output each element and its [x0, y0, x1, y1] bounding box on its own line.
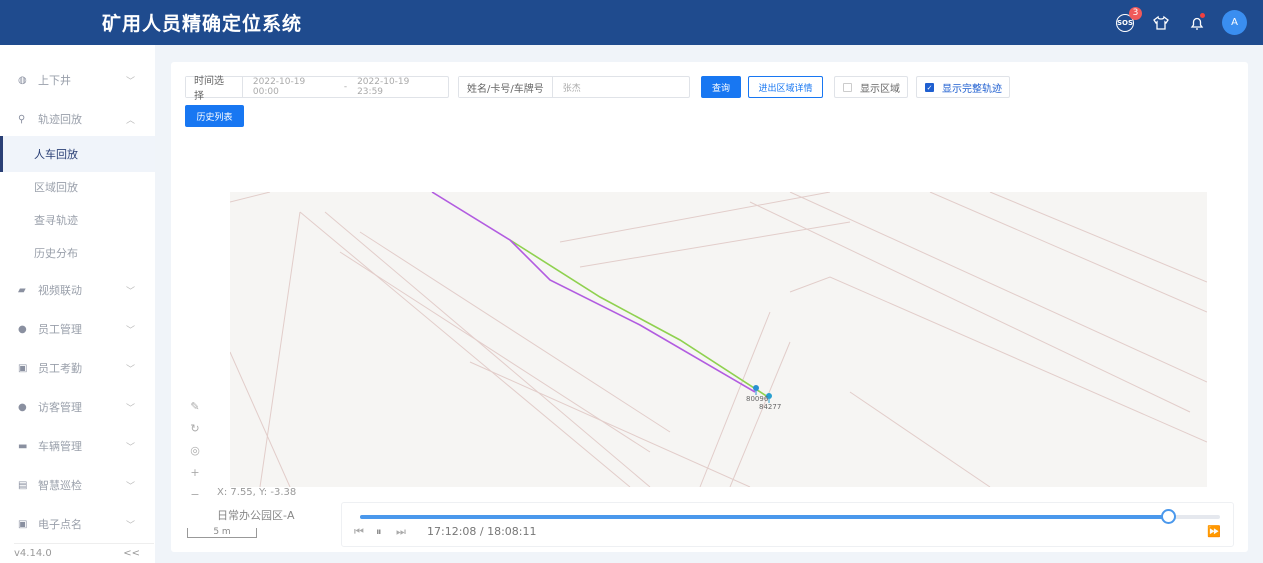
- sidebar-item-label: 车辆管理: [38, 440, 82, 453]
- end-time[interactable]: 2022-10-19 23:59: [347, 77, 448, 97]
- zoom-out-button[interactable]: −: [183, 488, 207, 506]
- slider-handle[interactable]: [1161, 509, 1177, 524]
- checkbox-checked-icon: ✓: [925, 82, 934, 92]
- playback-time: 17:12:08 / 18:08:11: [427, 525, 537, 538]
- chevron-down-icon: ﹀: [125, 325, 135, 336]
- chevron-down-icon: ﹀: [125, 481, 135, 492]
- show-area-label: 显示区域: [860, 83, 900, 95]
- sidebar-item-label: 人车回放: [34, 148, 78, 161]
- track-green: [509, 239, 769, 398]
- version-label: v4.14.0: [14, 548, 52, 559]
- sidebar-item-label: 区域回放: [34, 181, 78, 194]
- query-button[interactable]: 查询: [701, 76, 741, 98]
- header: 矿用人员精确定位系统 SOS 3 A: [0, 0, 1263, 45]
- fast-forward-icon[interactable]: ⏩: [1207, 525, 1221, 538]
- sidebar-item[interactable]: 人车回放: [0, 136, 155, 172]
- start-time[interactable]: 2022-10-19 00:00: [243, 77, 344, 97]
- collapse-sidebar-button[interactable]: <<: [123, 548, 140, 559]
- sidebar-item-label: 员工管理: [38, 323, 82, 336]
- map-toolbar: ✎ ↻ ◎ + −: [183, 400, 207, 506]
- location-icon: ⚲: [18, 113, 26, 125]
- sidebar-item[interactable]: ▣ 电子点名 ﹀: [0, 506, 155, 542]
- sidebar-item-label: 视频联动: [38, 284, 82, 297]
- sidebar-item-label: 员工考勤: [38, 362, 82, 375]
- map-drawing: [229, 191, 1208, 488]
- main-panel: 时间选择 2022-10-19 00:00 - 2022-10-19 23:59…: [171, 62, 1248, 552]
- sidebar: ◍ 上下井 ﹀ ⚲ 轨迹回放 ︿ 人车回放 区域回放 查寻轨迹 历史分布 ▰ 视频联动 ﹀ ● 员工管理 ﹀ ▣…: [0, 45, 155, 563]
- sidebar-item-label: 轨迹回放: [38, 113, 82, 126]
- sidebar-item[interactable]: 区域回放: [0, 169, 155, 205]
- next-icon[interactable]: ⏭: [396, 525, 406, 539]
- shirt-icon[interactable]: [1150, 12, 1172, 34]
- ruler-icon[interactable]: ✎: [183, 400, 207, 418]
- previous-icon[interactable]: ⏮: [354, 525, 364, 539]
- show-full-label: 显示完整轨迹: [942, 83, 1002, 95]
- sidebar-item[interactable]: ⚲ 轨迹回放 ︿: [0, 101, 155, 137]
- sidebar-item-label: 历史分布: [34, 247, 78, 260]
- show-area-checkbox[interactable]: 显示区域: [834, 76, 908, 98]
- chevron-down-icon: ﹀: [125, 520, 135, 531]
- camera-icon: ▰: [18, 284, 26, 296]
- map-canvas[interactable]: 80096 84277: [229, 191, 1208, 488]
- sidebar-item[interactable]: ● 访客管理 ﹀: [0, 389, 155, 425]
- sidebar-item[interactable]: 历史分布: [0, 235, 155, 271]
- sidebar-item[interactable]: ▣ 员工考勤 ﹀: [0, 350, 155, 386]
- scale-bar: 5 m: [187, 528, 257, 538]
- chevron-down-icon: ﹀: [125, 76, 135, 87]
- globe-icon: ◍: [18, 74, 27, 86]
- coordinate-readout: X: 7.55, Y: -3.38: [217, 487, 297, 498]
- zoom-in-button[interactable]: +: [183, 466, 207, 484]
- progress-fill: [360, 515, 1169, 519]
- chevron-up-icon: ︿: [125, 115, 135, 126]
- user-icon: ●: [18, 323, 27, 335]
- time-label: 时间选择: [186, 76, 243, 102]
- name-label: 姓名/卡号/车牌号: [459, 77, 553, 97]
- marker-label: 80096: [746, 395, 769, 403]
- sidebar-item[interactable]: ● 员工管理 ﹀: [0, 311, 155, 347]
- time-range-picker[interactable]: 时间选择 2022-10-19 00:00 - 2022-10-19 23:59: [185, 76, 449, 102]
- avatar[interactable]: A: [1222, 10, 1247, 35]
- badge-icon: ▣: [18, 518, 28, 530]
- sos-button[interactable]: SOS 3: [1114, 6, 1142, 34]
- locate-icon[interactable]: ◎: [183, 444, 207, 462]
- progress-slider[interactable]: [360, 509, 1220, 524]
- sidebar-item[interactable]: ▬ 车辆管理 ﹀: [0, 428, 155, 464]
- inspection-icon: ▤: [18, 479, 28, 491]
- chevron-down-icon: ﹀: [125, 442, 135, 453]
- sidebar-item-label: 上下井: [38, 74, 71, 87]
- chevron-down-icon: ﹀: [125, 286, 135, 297]
- app-title: 矿用人员精确定位系统: [102, 13, 303, 35]
- sidebar-item-label: 查寻轨迹: [34, 214, 78, 227]
- sidebar-item-label: 访客管理: [38, 401, 82, 414]
- name-search[interactable]: 姓名/卡号/车牌号 张杰: [458, 76, 690, 98]
- history-list-button[interactable]: 历史列表: [185, 105, 244, 127]
- map-marker-icon: [753, 385, 759, 395]
- refresh-icon[interactable]: ↻: [183, 422, 207, 440]
- marker-label: 84277: [759, 403, 782, 411]
- playback-bar: ⏮ ⏸ ⏭ 17:12:08 / 18:08:11 ⏩: [341, 502, 1234, 547]
- truck-icon: ▬: [18, 440, 28, 452]
- sos-count-badge: 3: [1129, 6, 1142, 20]
- notification-dot: [1200, 12, 1205, 18]
- area-name: 日常办公园区-A: [217, 509, 295, 522]
- chevron-down-icon: ﹀: [125, 364, 135, 375]
- pause-icon[interactable]: ⏸: [376, 525, 382, 539]
- sidebar-item-label: 智慧巡检: [38, 479, 82, 492]
- version-footer: v4.14.0 <<: [14, 543, 154, 563]
- area-detail-button[interactable]: 进出区域详情: [748, 76, 823, 98]
- bell-icon[interactable]: [1186, 12, 1208, 34]
- sidebar-item[interactable]: 查寻轨迹: [0, 202, 155, 238]
- visitor-icon: ●: [18, 401, 27, 413]
- sidebar-item[interactable]: ▤ 智慧巡检 ﹀: [0, 467, 155, 503]
- sidebar-item[interactable]: ◍ 上下井 ﹀: [0, 62, 155, 98]
- name-input[interactable]: 张杰: [553, 81, 591, 94]
- sidebar-item[interactable]: ▰ 视频联动 ﹀: [0, 272, 155, 308]
- show-full-track-checkbox[interactable]: ✓ 显示完整轨迹: [916, 76, 1010, 98]
- chevron-down-icon: ﹀: [125, 403, 135, 414]
- calendar-icon: ▣: [18, 362, 28, 374]
- checkbox-icon: [843, 82, 852, 92]
- sidebar-item-label: 电子点名: [38, 518, 82, 531]
